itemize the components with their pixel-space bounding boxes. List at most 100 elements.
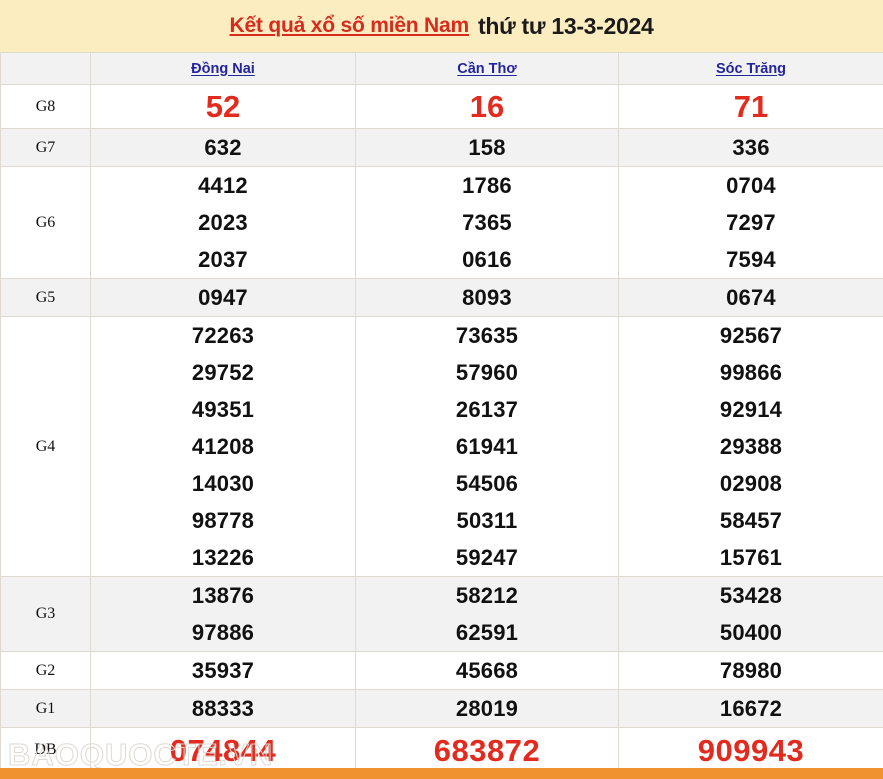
prize-value-cell: 52 [90,84,356,129]
prize-number: 50311 [456,508,518,533]
prize-value-cell: 88333 [90,689,356,728]
prize-number: 88333 [191,696,255,721]
prize-number: 336 [732,135,770,160]
prize-value-cell: 909943 [618,727,883,773]
prize-value-cell: 4412 2023 2037 [90,166,356,279]
prize-number: 54506 [455,471,519,496]
bottom-accent-bar [0,768,883,779]
prize-number: 97886 [191,620,255,645]
province-link[interactable]: Sóc Trăng [716,61,786,77]
prize-value-cell: 45668 [355,651,619,690]
prize-label-g2: G2 [0,651,91,690]
prize-number: 61941 [455,434,519,459]
prize-label-g4: G4 [0,316,91,577]
table-header-row: Đồng Nai Cần Thơ Sóc Trăng [0,52,883,85]
prize-value-cell: 73635 57960 26137 61941 54506 50311 59247 [355,316,619,577]
prize-number: 92567 [719,323,783,348]
lottery-results-table: Đồng Nai Cần Thơ Sóc Trăng G8 52 16 71 G7 632 158… [0,52,883,773]
prize-number: 98778 [191,508,255,533]
prize-number: 7297 [726,210,776,235]
prize-number: 7365 [462,210,512,235]
prize-number: 49351 [191,397,255,422]
prize-number: 53428 [719,583,783,608]
prize-number: 7594 [726,247,776,272]
result-date-text: thứ tư 13-3-2024 [477,12,654,39]
prize-number: 683872 [433,732,541,768]
prize-number: 28019 [455,696,519,721]
prize-number: 13226 [191,545,255,570]
prize-number: 4412 [198,173,248,198]
province-header-3: Sóc Trăng [618,52,883,85]
prize-number: 0674 [726,285,776,310]
prize-value-cell: 1786 7365 0616 [355,166,619,279]
prize-number: 58212 [455,583,519,608]
prize-number: 59247 [455,545,519,570]
prize-number: 16672 [719,696,783,721]
prize-label-g1: G1 [0,689,91,728]
prize-value-cell: 71 [618,84,883,129]
prize-label-g7: G7 [0,128,91,167]
province-header-2: Cần Thơ [355,52,619,85]
prize-number: 92914 [719,397,783,422]
prize-number: 73635 [455,323,519,348]
prize-label-db: DB [0,727,91,773]
prize-number: 1786 [462,173,512,198]
table-row: G8 52 16 71 [0,84,883,129]
prize-number: 0947 [198,285,248,310]
prize-label-g6: G6 [0,166,91,279]
table-corner-cell [0,52,91,85]
prize-number: 99866 [719,360,783,385]
prize-number: 58457 [719,508,783,533]
prize-value-cell: 58212 62591 [355,576,619,652]
prize-value-cell: 8093 [355,278,619,317]
prize-label-g8: G8 [0,84,91,129]
prize-number: 72263 [191,323,255,348]
prize-value-cell: 35937 [90,651,356,690]
prize-number: 14030 [191,471,255,496]
province-link[interactable]: Đồng Nai [191,61,255,77]
prize-number: 16 [469,89,505,124]
prize-value-cell: 074844 [90,727,356,773]
prize-value-cell: 632 [90,128,356,167]
prize-number: 57960 [455,360,519,385]
prize-value-cell: 72263 29752 49351 41208 14030 98778 13226 [90,316,356,577]
prize-number: 909943 [697,732,805,768]
prize-number: 632 [204,135,242,160]
province-header-1: Đồng Nai [90,52,356,85]
table-row: G5 0947 8093 0674 [0,278,883,317]
page-title-banner: Kết quả xổ số miền Nam thứ tư 13-3-2024 [0,0,883,52]
prize-value-cell: 78980 [618,651,883,690]
prize-number: 45668 [455,658,519,683]
prize-number: 158 [468,135,506,160]
table-row: G4 72263 29752 49351 41208 14030 98778 13226 736… [0,316,883,577]
province-link[interactable]: Cần Thơ [457,61,516,77]
result-title-link[interactable]: Kết quả xổ số miền Nam [229,14,469,38]
prize-value-cell: 28019 [355,689,619,728]
prize-number: 41208 [191,434,255,459]
prize-number: 29752 [191,360,255,385]
prize-number: 074844 [169,732,277,768]
prize-number: 13876 [191,583,255,608]
table-row: DB 074844 683872 909943 [0,727,883,773]
prize-value-cell: 0674 [618,278,883,317]
prize-number: 71 [733,89,769,124]
prize-value-cell: 16 [355,84,619,129]
table-row: G3 13876 97886 58212 62591 53428 50400 [0,576,883,652]
prize-number: 2023 [198,210,248,235]
prize-number: 8093 [462,285,512,310]
prize-number: 02908 [719,471,783,496]
prize-number: 0704 [726,173,776,198]
prize-number: 26137 [455,397,519,422]
table-row: G2 35937 45668 78980 [0,651,883,690]
table-body: Đồng Nai Cần Thơ Sóc Trăng G8 52 16 71 G7 632 158… [0,52,883,773]
prize-value-cell: 0704 7297 7594 [618,166,883,279]
prize-number: 29388 [719,434,783,459]
prize-value-cell: 92567 99866 92914 29388 02908 58457 15761 [618,316,883,577]
prize-value-cell: 53428 50400 [618,576,883,652]
table-row: G7 632 158 336 [0,128,883,167]
prize-number: 50400 [719,620,783,645]
prize-number: 52 [205,89,241,124]
prize-value-cell: 0947 [90,278,356,317]
prize-number: 62591 [455,620,519,645]
prize-value-cell: 158 [355,128,619,167]
